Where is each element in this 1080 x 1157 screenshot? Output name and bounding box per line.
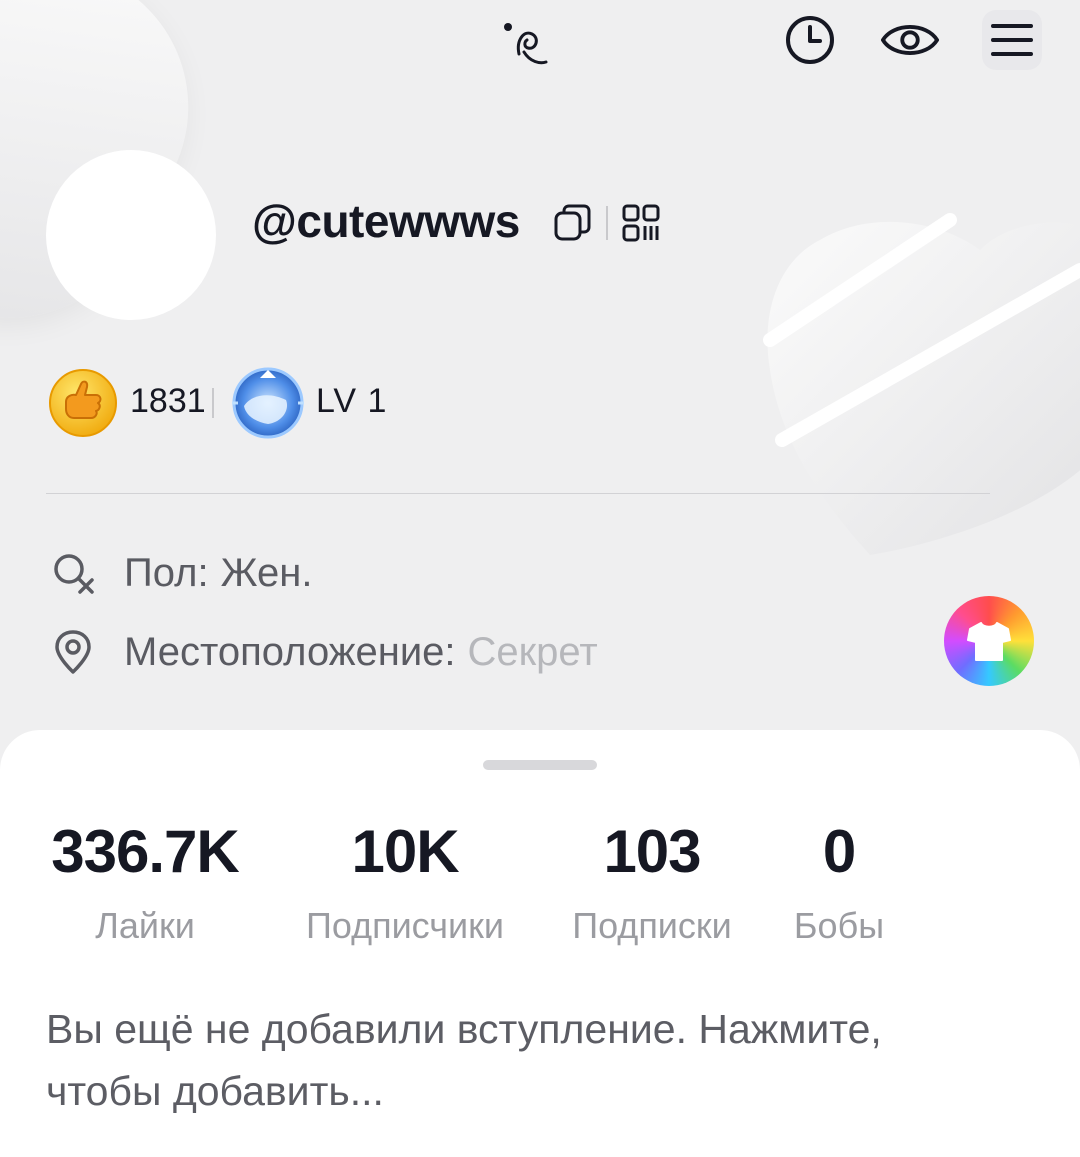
stat-beans[interactable]: 0 Бобы [774,822,904,944]
profile-stats-sheet: 336.7K Лайки 10K Подписчики 103 Подписки… [0,730,1080,1157]
username: @cutewwws [252,195,520,247]
history-icon[interactable] [780,10,840,70]
section-divider [46,493,990,494]
background-heart-decoration [763,213,1080,555]
stat-label: Подписчики [305,905,505,946]
copy-icon[interactable] [552,202,594,244]
qr-code-icon[interactable] [620,202,662,244]
location-pin-icon [55,630,91,674]
stat-value: 10K [351,818,459,885]
sheet-grabber[interactable] [483,760,597,770]
coin-badge-icon[interactable] [48,368,118,438]
shirt-icon [967,622,1011,661]
level-badge-icon[interactable] [230,364,306,442]
badge-separator [212,388,214,418]
menu-icon[interactable] [982,10,1042,70]
stat-likes[interactable]: 336.7K Лайки [30,822,260,944]
gender-label: Пол: [124,550,209,595]
stat-following[interactable]: 103 Подписки [540,822,764,944]
outfit-shirt-button[interactable] [944,596,1034,686]
username-separator [606,206,608,240]
stat-value: 336.7K [51,818,239,885]
gender-value: Жен. [220,550,313,595]
stat-value: 103 [603,818,701,885]
stat-value: 0 [822,818,856,885]
stat-label: Лайки [95,905,195,946]
avatar[interactable] [46,150,216,320]
location-row: Местоположение: Секрет [50,627,598,677]
location-value: Секрет [467,629,598,674]
stat-followers[interactable]: 10K Подписчики [290,822,520,944]
stat-label: Бобы [793,905,885,946]
level-text: LV 1 [316,382,388,420]
gender-icon [54,554,94,594]
location-label: Местоположение: [124,629,456,674]
top-bar [0,0,1080,80]
gender-row: Пол: Жен. [50,548,312,598]
coin-count: 1831 [130,382,206,420]
profile-screen: @cutewwws 1831 LV 1 Пол: Жен. Местополож… [0,0,1080,1157]
stat-label: Подписки [572,905,732,946]
activity-icon[interactable] [494,10,554,70]
bio-placeholder[interactable]: Вы ещё не добавили вступление. Нажмите, … [46,998,1006,1122]
visitors-eye-icon[interactable] [880,10,940,70]
